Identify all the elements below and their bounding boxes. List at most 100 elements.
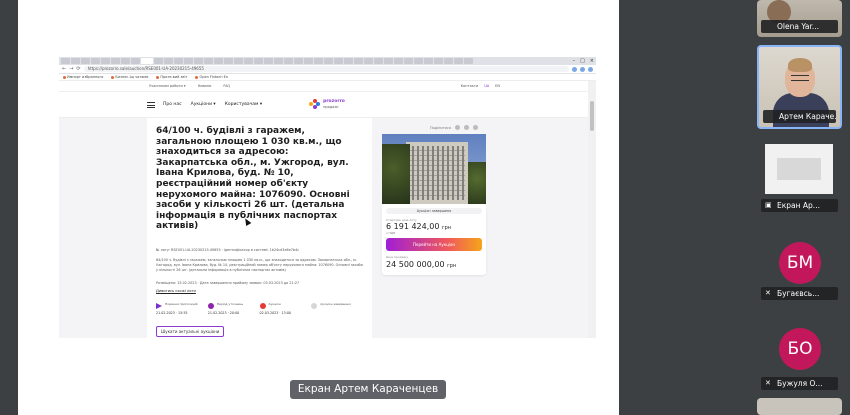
browser-tab[interactable]: [404, 58, 413, 64]
participant-tile[interactable]: БМ ✕ Бугаєвсь...: [757, 224, 842, 304]
participants-strip: Olena Yar... Артем Караче... ▣ Екран Ар..…: [757, 0, 842, 415]
browser-tab[interactable]: [254, 58, 263, 64]
browser-tab[interactable]: [214, 58, 223, 64]
nav-users[interactable]: Користувачам ▾: [225, 102, 262, 107]
bookmark-item[interactable]: Проте-вий звіт: [156, 75, 187, 79]
close-icon[interactable]: ×: [590, 58, 594, 64]
browser-tab[interactable]: [304, 58, 313, 64]
topbar-link[interactable]: FAQ: [223, 84, 230, 88]
page-scrollbar[interactable]: [588, 81, 596, 338]
browser-tab[interactable]: [194, 58, 203, 64]
browser-tab[interactable]: [111, 58, 120, 64]
extension-icon[interactable]: [572, 66, 577, 72]
browser-tab[interactable]: [81, 58, 90, 64]
browser-tab[interactable]: [414, 58, 423, 64]
browser-tab-active[interactable]: [141, 58, 153, 64]
scrollbar-thumb[interactable]: [590, 101, 594, 131]
browser-tab[interactable]: [121, 58, 130, 64]
browser-tab[interactable]: [334, 58, 343, 64]
lang-ua[interactable]: UA: [484, 84, 489, 88]
browser-tab[interactable]: [444, 58, 453, 64]
browser-tab[interactable]: [61, 58, 70, 64]
similar-lots-link[interactable]: Дивитись схожі лоти: [156, 289, 363, 293]
browser-tab[interactable]: [424, 58, 433, 64]
browser-tab[interactable]: [184, 58, 193, 64]
site-logo[interactable]: prozorro продажі: [309, 99, 345, 110]
participant-tile-active[interactable]: Артем Караче...: [757, 45, 842, 129]
link-icon[interactable]: [473, 125, 478, 130]
browser-tab[interactable]: [264, 58, 273, 64]
browser-tab[interactable]: [164, 58, 173, 64]
browser-tab[interactable]: [354, 58, 363, 64]
timeline-step: Аукціон 02.03.2023 · 13:00: [259, 301, 292, 315]
timeline-marker-icon: [207, 302, 214, 309]
vat-label: з ПДВ: [386, 231, 396, 235]
back-icon[interactable]: ←: [62, 66, 66, 72]
telegram-icon[interactable]: [464, 125, 469, 130]
browser-tab[interactable]: [101, 58, 110, 64]
forward-icon[interactable]: →: [69, 66, 73, 72]
browser-tab[interactable]: [454, 58, 463, 64]
lot-price-card: Поділитися Аукціон завершено Стартова ці…: [382, 125, 486, 285]
browser-tab[interactable]: [154, 58, 163, 64]
start-price: 6 191 424,00 грн: [386, 222, 452, 231]
browser-tab[interactable]: [71, 58, 80, 64]
screen-preview: [765, 144, 833, 194]
browser-tab[interactable]: [91, 58, 100, 64]
prozorro-page: Учасникам роботи ▾ Новини FAQ Контакти U…: [59, 81, 588, 338]
lang-en[interactable]: EN: [495, 84, 500, 88]
browser-tab[interactable]: [274, 58, 283, 64]
browser-tab[interactable]: [434, 58, 443, 64]
final-price-label: Ціна продажу: [386, 255, 409, 259]
browser-tab[interactable]: [294, 58, 303, 64]
participant-name: ✕ Бужуля О...: [761, 377, 838, 390]
browser-tab[interactable]: [394, 58, 403, 64]
browser-tab[interactable]: [244, 58, 253, 64]
participant-tile[interactable]: БО ✕ Бужуля О...: [757, 310, 842, 394]
lot-photo[interactable]: [382, 134, 486, 204]
minimize-icon[interactable]: –: [573, 58, 576, 64]
browser-tab[interactable]: [204, 58, 213, 64]
browser-tab[interactable]: [384, 58, 393, 64]
menu-icon[interactable]: [147, 101, 155, 108]
nav-auctions[interactable]: Аукціони ▾: [191, 102, 216, 107]
browser-tab[interactable]: [174, 58, 183, 64]
go-to-auction-button[interactable]: Перейти на Аукціон: [386, 238, 482, 251]
browser-tab[interactable]: [344, 58, 353, 64]
lot-dates: Розміщено: 15.02.2023 · Дата завершення …: [156, 280, 300, 285]
browser-tab[interactable]: [324, 58, 333, 64]
auction-timeline: Подання пропозицій 21.02.2023 · 15:55 Пе…: [156, 301, 363, 316]
browser-tab[interactable]: [284, 58, 293, 64]
bookmark-item[interactable]: Импорт избранного: [63, 75, 103, 79]
facebook-icon[interactable]: [455, 125, 460, 130]
extension-icon[interactable]: [580, 66, 585, 72]
topbar-link[interactable]: Новини: [198, 84, 212, 88]
price-panel: Аукціон завершено Стартова ціна лоту 6 1…: [382, 204, 486, 275]
url-field[interactable]: https://prozorro.sale/auction/RSE001-UA-…: [83, 66, 569, 72]
reload-icon[interactable]: ⟳: [76, 66, 80, 72]
browser-tab[interactable]: [314, 58, 323, 64]
participant-tile[interactable]: Olena Yar...: [757, 0, 842, 37]
browser-tab[interactable]: [364, 58, 373, 64]
participant-tile-partial[interactable]: [757, 398, 842, 415]
lot-title: 64/100 ч. будівлі з гаражем, загальною п…: [156, 126, 350, 232]
building-image: [406, 142, 468, 204]
screen-share-tile[interactable]: ▣ Екран Ар...: [757, 136, 842, 216]
contacts-link[interactable]: Контакти: [461, 84, 479, 88]
browser-tab[interactable]: [464, 58, 473, 64]
nav-about[interactable]: Про нас: [163, 102, 182, 107]
browser-tab[interactable]: [374, 58, 383, 64]
bookmark-item[interactable]: Open Fintech Ex: [195, 75, 228, 79]
maximize-icon[interactable]: □: [580, 58, 585, 64]
browser-tab[interactable]: [234, 58, 243, 64]
browser-tab[interactable]: [224, 58, 233, 64]
timeline-marker-icon: [259, 302, 266, 309]
search-auctions-button[interactable]: Шукати актуальні аукціони: [156, 325, 225, 337]
browser-address-bar: ← → ⟳ https://prozorro.sale/auction/RSE0…: [59, 65, 596, 74]
browser-tab[interactable]: [131, 58, 140, 64]
timeline-marker-icon: [156, 302, 162, 309]
profile-icon[interactable]: [588, 66, 593, 72]
status-badge: Аукціон завершено: [386, 208, 482, 214]
topbar-link[interactable]: Учасникам роботи ▾: [149, 84, 186, 88]
bookmark-item[interactable]: Бизнес-Іщ чатами: [111, 75, 148, 79]
